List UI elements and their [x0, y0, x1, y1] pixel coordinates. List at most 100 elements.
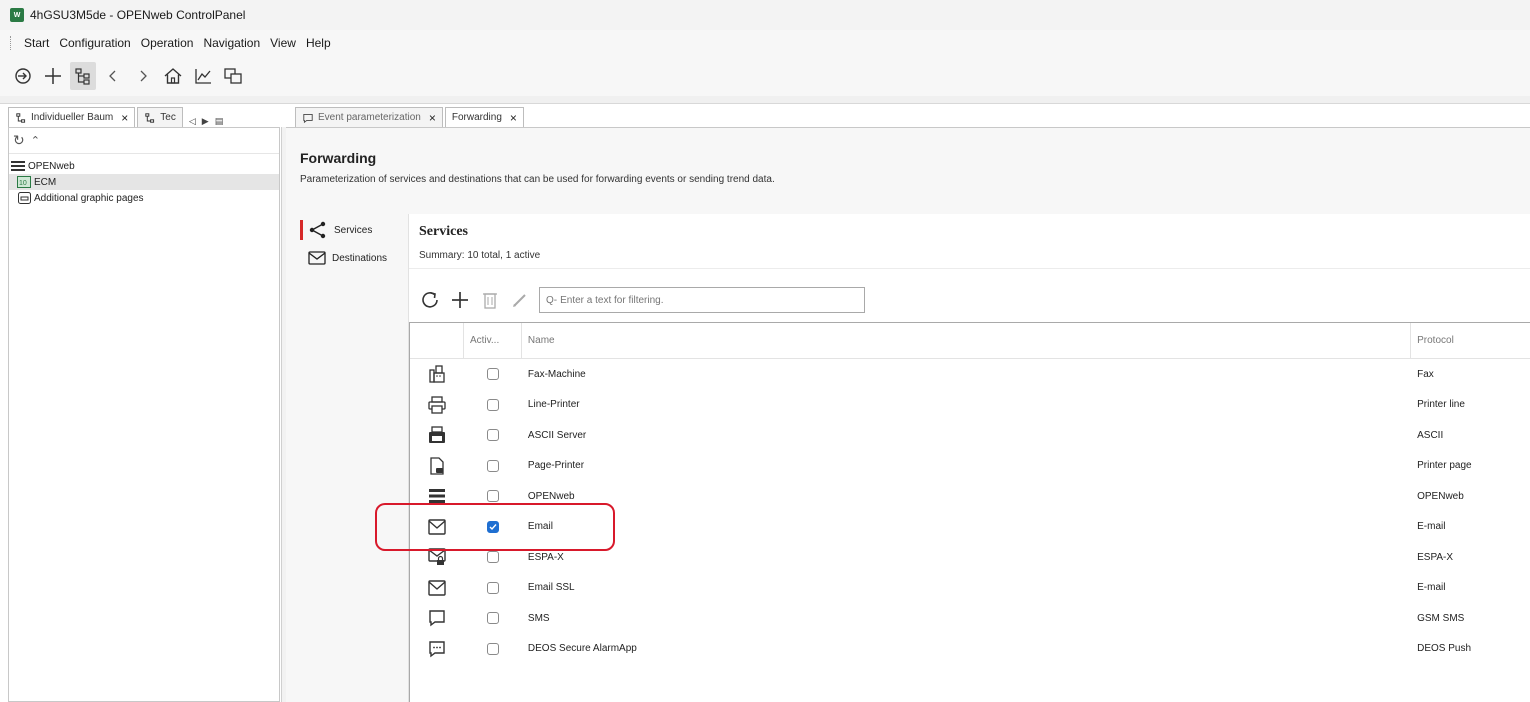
tree-item-additional-graphic-pages[interactable]: Additional graphic pages [9, 190, 279, 206]
logout-button[interactable] [10, 62, 36, 90]
table-row[interactable]: Email SSL E-mail [410, 573, 1530, 604]
refresh-icon[interactable]: ↻ [13, 132, 25, 149]
table-row[interactable]: ESPA-X ESPA-X [410, 542, 1530, 573]
section-divider [409, 268, 1530, 269]
tree-item-ecm[interactable]: 10 ECM [9, 174, 279, 190]
edit-pencil-icon[interactable] [509, 289, 531, 311]
table-row[interactable]: OPENweb OPENweb [410, 481, 1530, 512]
fax-icon [429, 365, 445, 383]
table-row[interactable]: Fax-Machine Fax [410, 359, 1530, 390]
ascii-printer-icon [428, 426, 445, 444]
openweb-icon [428, 489, 445, 504]
chat-icon [303, 113, 313, 123]
close-icon[interactable]: × [121, 111, 128, 125]
right-tab-strip: Event parameterization × Forwarding × [295, 105, 526, 127]
service-name: Email SSL [527, 582, 575, 594]
menu-configuration[interactable]: Configuration [54, 34, 135, 52]
filter-input[interactable] [560, 294, 851, 306]
app-icon: W [10, 8, 24, 22]
tree-toolbar: ↻ ⌃ [9, 128, 279, 154]
menu-operation[interactable]: Operation [136, 34, 199, 52]
service-name: Page-Printer [527, 460, 585, 472]
column-header-name[interactable]: Name [522, 323, 1412, 358]
active-checkbox[interactable] [486, 490, 499, 503]
table-row[interactable]: ASCII Server ASCII [410, 420, 1530, 451]
forward-button[interactable] [130, 62, 156, 90]
menu-navigation[interactable]: Navigation [198, 34, 265, 52]
service-name: ASCII Server [527, 429, 587, 441]
active-checkbox[interactable] [486, 551, 499, 564]
tree-label: OPENweb [28, 160, 75, 172]
active-checkbox[interactable] [486, 612, 499, 625]
trend-button[interactable] [190, 62, 216, 90]
service-protocol: Fax [1417, 368, 1434, 380]
collapse-icon[interactable]: ⌃ [31, 134, 40, 147]
tab-label: Forwarding [451, 112, 502, 123]
tree-label: ECM [34, 176, 57, 188]
tree-item-openweb[interactable]: OPENweb [9, 158, 279, 174]
home-button[interactable] [160, 62, 186, 90]
close-icon[interactable]: × [429, 111, 436, 125]
nav-item-destinations[interactable]: Destinations [300, 244, 406, 272]
tab-tec[interactable]: Tec [137, 107, 183, 127]
service-protocol: ASCII [1417, 429, 1444, 441]
table-row[interactable]: Line-Printer Printer line [410, 390, 1530, 421]
menu-start[interactable]: Start [19, 34, 54, 52]
services-summary: Summary: 10 total, 1 active [419, 250, 541, 261]
refresh-icon[interactable] [419, 289, 441, 311]
grid-toolbar: Q- [419, 286, 865, 314]
menu-grip [10, 36, 13, 50]
active-checkbox-checked[interactable] [486, 520, 499, 533]
trash-icon[interactable] [479, 289, 501, 311]
active-checkbox[interactable] [486, 368, 499, 381]
printer-icon [428, 396, 446, 414]
tab-list-icon[interactable]: ▤ [215, 116, 224, 127]
menu-view[interactable]: View [265, 34, 301, 52]
add-button[interactable] [40, 62, 66, 90]
windows-button[interactable] [220, 62, 246, 90]
tab-forwarding[interactable]: Forwarding × [444, 107, 524, 127]
service-protocol: GSM SMS [1417, 612, 1465, 624]
active-checkbox[interactable] [486, 398, 499, 411]
service-protocol: E-mail [1417, 521, 1446, 533]
plus-icon[interactable] [449, 289, 471, 311]
column-header-active[interactable]: Activ... [464, 323, 522, 358]
tree-button[interactable] [70, 62, 96, 90]
toolbar-separator [0, 96, 1530, 104]
service-name: SMS [527, 612, 550, 624]
tab-scroll-left-icon[interactable]: ◁ [189, 116, 196, 127]
svg-text:10: 10 [19, 180, 27, 187]
back-button[interactable] [100, 62, 126, 90]
search-icon: Q- [546, 294, 558, 306]
tab-scroll-right-icon[interactable]: ▶ [202, 116, 209, 127]
mail-lock-icon [428, 548, 446, 566]
table-row[interactable]: Page-Printer Printer page [410, 451, 1530, 482]
ecm-icon: 10 [17, 176, 31, 188]
active-checkbox[interactable] [486, 581, 499, 594]
windows-icon [224, 68, 242, 84]
tab-label: Individueller Baum [31, 112, 114, 123]
close-icon[interactable]: × [510, 111, 517, 125]
forward-chevron-icon [140, 70, 147, 82]
menu-bar: Start Configuration Operation Navigation… [0, 30, 1530, 56]
left-tab-strip: Individueller Baum × Tec ◁ ▶ ▤ [8, 105, 223, 127]
active-checkbox[interactable] [486, 642, 499, 655]
menu-help[interactable]: Help [301, 34, 336, 52]
services-table: Activ... Name Protocol Fax-Machine Fax L… [409, 322, 1530, 702]
active-checkbox[interactable] [486, 459, 499, 472]
column-header-icon[interactable] [410, 323, 464, 358]
nav-item-services[interactable]: Services [300, 216, 406, 244]
tab-event-parameterization[interactable]: Event parameterization × [295, 107, 443, 127]
page-title: Forwarding [300, 150, 377, 166]
forwarding-panel: Forwarding Parameterization of services … [286, 127, 1530, 702]
table-row[interactable]: DEOS Secure AlarmApp DEOS Push [410, 634, 1530, 665]
filter-input-box[interactable]: Q- [539, 287, 865, 313]
active-checkbox[interactable] [486, 429, 499, 442]
tab-individueller-baum[interactable]: Individueller Baum × [8, 107, 136, 127]
nav-label: Services [334, 224, 373, 236]
table-row[interactable]: Email E-mail [410, 512, 1530, 543]
column-header-protocol[interactable]: Protocol [1411, 323, 1530, 358]
forwarding-side-nav: Services Destinations [300, 216, 406, 272]
table-row[interactable]: SMS GSM SMS [410, 603, 1530, 634]
sms-icon [429, 610, 445, 627]
